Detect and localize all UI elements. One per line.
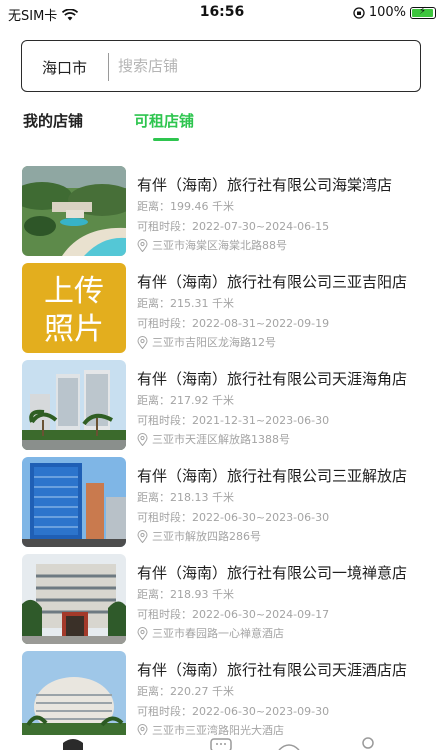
shop-list-item[interactable]: 有伴（海南）旅行社有限公司海棠湾店 距离：199.46 千米 可租时段：2022… xyxy=(0,166,444,263)
shop-name: 有伴（海南）旅行社有限公司天涯酒店店 xyxy=(137,661,408,679)
search-bar: 海口市 xyxy=(21,40,421,92)
charging-bolt-icon: ⚡ xyxy=(419,5,427,17)
shop-name: 有伴（海南）旅行社有限公司海棠湾店 xyxy=(137,176,393,194)
shop-list-item[interactable]: 有伴（海南）旅行社有限公司天涯海角店 距离：217.92 千米 可租时段：202… xyxy=(0,360,444,457)
shop-address-row: 三亚市海棠区海棠北路88号 xyxy=(137,237,287,253)
status-bar: 无SIM卡 16:56 100% ⚡ xyxy=(0,0,444,26)
shop-address: 三亚市天涯区解放路1388号 xyxy=(152,433,290,446)
shop-address-row: 三亚市春园路一心禅意酒店 xyxy=(137,625,284,641)
shop-name: 有伴（海南）旅行社有限公司一境禅意店 xyxy=(137,564,408,582)
shop-name: 有伴（海南）旅行社有限公司三亚解放店 xyxy=(137,467,408,485)
shop-distance: 距离：218.93 千米 xyxy=(137,588,234,601)
shop-name: 有伴（海南）旅行社有限公司天涯海角店 xyxy=(137,370,408,388)
search-divider xyxy=(108,53,109,81)
shop-thumbnail xyxy=(22,166,126,256)
location-pin-icon xyxy=(137,432,148,446)
shop-distance: 距离：215.31 千米 xyxy=(137,297,234,310)
discover-icon[interactable] xyxy=(278,743,300,750)
search-input[interactable] xyxy=(118,49,408,83)
city-selector[interactable]: 海口市 xyxy=(42,57,87,78)
shop-address: 三亚市解放四路286号 xyxy=(152,530,261,543)
shop-address-row: 三亚市解放四路286号 xyxy=(137,528,261,544)
shop-thumbnail xyxy=(22,360,126,450)
battery-icon: ⚡ xyxy=(410,5,436,19)
shop-thumbnail xyxy=(22,554,126,644)
upload-photo-line1: 上传 xyxy=(44,274,104,309)
bottom-tab-bar xyxy=(0,735,444,750)
shop-name: 有伴（海南）旅行社有限公司三亚吉阳店 xyxy=(137,273,408,291)
shop-distance: 距离：199.46 千米 xyxy=(137,200,234,213)
shop-rent-period: 可租时段：2022-06-30~2023-06-30 xyxy=(137,511,330,524)
shop-list-item[interactable]: 上传 照片 有伴（海南）旅行社有限公司三亚吉阳店 距离：215.31 千米 可租… xyxy=(0,263,444,360)
home-icon[interactable] xyxy=(62,737,84,750)
location-pin-icon xyxy=(137,529,148,543)
tab-rentable-shops[interactable]: 可租店铺 xyxy=(134,110,194,131)
shop-rent-period: 可租时段：2022-06-30~2024-09-17 xyxy=(137,608,330,621)
profile-icon[interactable] xyxy=(360,737,376,750)
shop-list-item[interactable]: 有伴（海南）旅行社有限公司天涯酒店店 距离：220.27 千米 可租时段：202… xyxy=(0,651,444,748)
shop-thumbnail xyxy=(22,457,126,547)
shop-thumbnail: 上传 照片 xyxy=(22,263,126,353)
upload-photo-line2: 照片 xyxy=(44,312,104,347)
shop-distance: 距离：217.92 千米 xyxy=(137,394,234,407)
shop-list-item[interactable]: 有伴（海南）旅行社有限公司三亚解放店 距离：218.13 千米 可租时段：202… xyxy=(0,457,444,554)
shop-address-row: 三亚市吉阳区龙海路12号 xyxy=(137,334,276,350)
shop-thumbnail xyxy=(22,651,126,741)
orientation-lock-icon xyxy=(353,6,365,19)
message-icon[interactable] xyxy=(210,738,232,750)
shop-distance: 距离：220.27 千米 xyxy=(137,685,234,698)
battery-percent: 100% xyxy=(368,5,406,20)
shop-rent-period: 可租时段：2021-12-31~2023-06-30 xyxy=(137,414,330,427)
status-right: 100% ⚡ xyxy=(353,5,436,20)
shop-list-item[interactable]: 有伴（海南）旅行社有限公司一境禅意店 距离：218.93 千米 可租时段：202… xyxy=(0,554,444,651)
shop-distance: 距离：218.13 千米 xyxy=(137,491,234,504)
location-pin-icon xyxy=(137,238,148,252)
location-pin-icon xyxy=(137,626,148,640)
tab-my-shops[interactable]: 我的店铺 xyxy=(23,110,83,131)
location-pin-icon xyxy=(137,335,148,349)
shop-address: 三亚市春园路一心禅意酒店 xyxy=(152,627,284,640)
shop-rent-period: 可租时段：2022-07-30~2024-06-15 xyxy=(137,220,330,233)
shop-address: 三亚市海棠区海棠北路88号 xyxy=(152,239,287,252)
active-tab-indicator xyxy=(153,138,179,141)
shop-rent-period: 可租时段：2022-06-30~2023-09-30 xyxy=(137,705,330,718)
shop-address-row: 三亚市天涯区解放路1388号 xyxy=(137,431,290,447)
shop-rent-period: 可租时段：2022-08-31~2022-09-19 xyxy=(137,317,330,330)
shop-address: 三亚市吉阳区龙海路12号 xyxy=(152,336,276,349)
